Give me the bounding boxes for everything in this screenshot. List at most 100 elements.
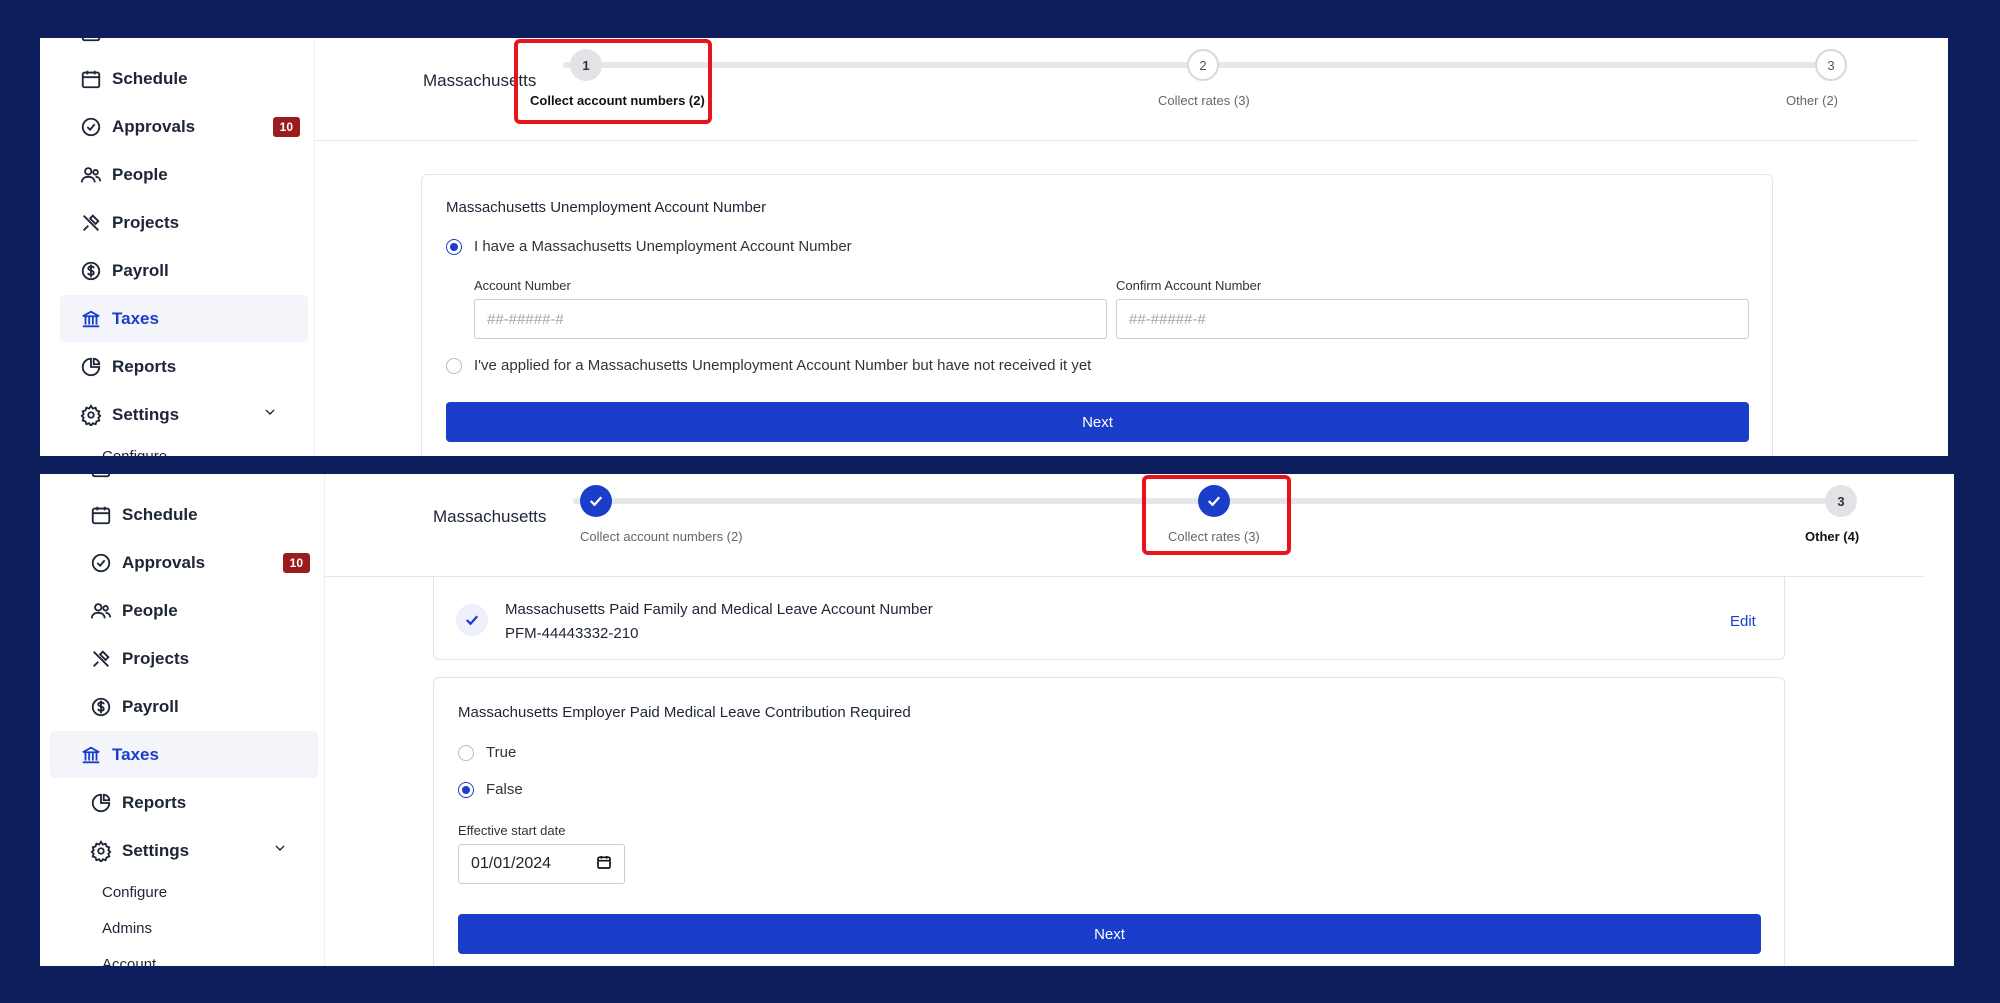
dollar-icon: [90, 696, 112, 718]
gear-icon: [80, 403, 102, 426]
option-true[interactable]: True: [458, 744, 516, 761]
sidebar-item-label: Taxes: [112, 744, 159, 764]
tools-icon: [90, 648, 112, 670]
step-2-label: Collect rates (3): [1158, 93, 1250, 108]
dollar-icon: [80, 260, 102, 282]
radio-false[interactable]: [458, 781, 474, 798]
option-true-label: True: [486, 744, 517, 761]
chevron-down-icon[interactable]: [272, 840, 288, 861]
step-1-label: Collect account numbers (2): [580, 529, 743, 544]
pie-chart-icon: [80, 356, 102, 378]
sidebar-item-label: Projects: [122, 648, 190, 668]
people-icon: [80, 164, 102, 186]
step-3-label: Other (4): [1805, 529, 1860, 544]
settings-subitem-account[interactable]: Account: [102, 956, 156, 966]
checkmark-icon: [589, 496, 603, 507]
top-screenshot-panel: Schedule Approvals 10 People Projects Pa…: [40, 38, 1948, 456]
radio-applied[interactable]: [446, 357, 462, 374]
step-1-complete-circle[interactable]: [580, 485, 612, 517]
settings-subitem-admins[interactable]: Admins: [102, 920, 152, 937]
sidebar-item-taxes[interactable]: Taxes: [60, 295, 308, 342]
sidebar-item-label: Taxes: [112, 308, 159, 328]
sidebar-item-partial[interactable]: [60, 38, 308, 55]
medical-leave-contribution-card: Massachusetts Employer Paid Medical Leav…: [433, 677, 1785, 966]
approvals-count-badge: 10: [282, 552, 310, 573]
sidebar-item-projects[interactable]: Projects: [60, 199, 308, 246]
step-3-label: Other (2): [1786, 93, 1839, 108]
state-title: Massachusetts: [433, 507, 547, 526]
calendar-icon: [90, 474, 112, 479]
account-number-label: Account Number: [474, 278, 571, 293]
sidebar-item-label: Approvals: [122, 552, 206, 572]
sidebar-item-label: Payroll: [112, 260, 169, 280]
pie-chart-icon: [90, 792, 112, 814]
main-content: Massachusetts 1 2 3 Collect account numb…: [315, 38, 1948, 456]
sidebar-item-partial[interactable]: [70, 474, 318, 491]
calendar-icon[interactable]: [596, 854, 612, 875]
chevron-down-icon[interactable]: [262, 404, 278, 425]
sidebar-item-label: Settings: [112, 404, 180, 424]
sidebar-item-reports[interactable]: Reports: [70, 779, 318, 826]
radio-true[interactable]: [458, 744, 474, 761]
sidebar-item-people[interactable]: People: [70, 587, 318, 634]
bank-icon: [80, 744, 102, 766]
sidebar-item-label: People: [122, 600, 178, 620]
sidebar-item-approvals[interactable]: Approvals 10: [60, 103, 308, 150]
pfml-edit-link[interactable]: Edit: [1730, 613, 1756, 630]
stepper-bar: Massachusetts 3 Collect account numbers …: [325, 474, 1924, 577]
sidebar-item-reports[interactable]: Reports: [60, 343, 308, 390]
option-have-account[interactable]: I have a Massachusetts Unemployment Acco…: [446, 238, 852, 255]
card-title: Massachusetts Unemployment Account Numbe…: [446, 199, 767, 216]
account-number-input[interactable]: [474, 299, 1107, 339]
tools-icon: [80, 212, 102, 234]
confirm-account-number-label: Confirm Account Number: [1116, 278, 1262, 293]
people-icon: [90, 600, 112, 622]
step-2-circle[interactable]: 2: [1187, 49, 1219, 81]
sidebar-item-approvals[interactable]: Approvals 10: [70, 539, 318, 586]
sidebar: Schedule Approvals 10 People Projects Pa…: [40, 38, 315, 456]
step-1-highlight: [514, 39, 712, 124]
sidebar-item-schedule[interactable]: Schedule: [70, 491, 318, 538]
step-3-circle[interactable]: 3: [1815, 49, 1847, 81]
sidebar-item-taxes[interactable]: Taxes: [50, 731, 318, 778]
confirm-account-number-input[interactable]: [1116, 299, 1749, 339]
option-false[interactable]: False: [458, 781, 523, 798]
sidebar: Schedule Approvals 10 People Projects Pa…: [40, 474, 325, 966]
sidebar-item-label: Payroll: [122, 696, 179, 716]
sidebar-item-label: Reports: [122, 792, 187, 812]
pfml-title: Massachusetts Paid Family and Medical Le…: [505, 601, 933, 618]
pfml-value: PFM-44443332-210: [505, 625, 639, 642]
option-applied[interactable]: I've applied for a Massachusetts Unemplo…: [446, 357, 1091, 374]
option-false-label: False: [486, 781, 523, 798]
next-button[interactable]: Next: [446, 402, 1749, 442]
sidebar-item-label: Schedule: [112, 68, 188, 88]
check-circle-icon: [90, 552, 112, 574]
settings-subitem-configure[interactable]: Configure: [102, 884, 167, 901]
checkmark-icon: [465, 615, 479, 626]
stepper-bar: Massachusetts 1 2 3 Collect account numb…: [315, 38, 1918, 141]
radio-have-account[interactable]: [446, 238, 462, 255]
sidebar-item-label: People: [112, 164, 168, 184]
calendar-icon: [80, 68, 102, 90]
bank-icon: [80, 308, 102, 330]
gear-icon: [90, 839, 112, 862]
sidebar-item-people[interactable]: People: [60, 151, 308, 198]
sidebar-item-settings[interactable]: Settings: [70, 827, 318, 874]
calendar-icon: [80, 38, 102, 43]
step-2-highlight: [1142, 475, 1291, 555]
sidebar-item-schedule[interactable]: Schedule: [60, 55, 308, 102]
sidebar-item-projects[interactable]: Projects: [70, 635, 318, 682]
effective-start-date-input[interactable]: 01/01/2024: [458, 844, 625, 884]
sidebar-item-payroll[interactable]: Payroll: [60, 247, 308, 294]
pfml-complete-badge: [456, 604, 488, 636]
date-value: 01/01/2024: [471, 855, 552, 872]
step-3-circle[interactable]: 3: [1825, 485, 1857, 517]
option-applied-label: I've applied for a Massachusetts Unemplo…: [474, 357, 1092, 374]
sidebar-item-label: Reports: [112, 356, 177, 376]
next-button[interactable]: Next: [458, 914, 1761, 954]
settings-subitem-configure[interactable]: Configure: [102, 448, 167, 456]
sidebar-item-payroll[interactable]: Payroll: [70, 683, 318, 730]
sidebar-item-settings[interactable]: Settings: [60, 391, 308, 438]
unemployment-account-card: Massachusetts Unemployment Account Numbe…: [421, 174, 1773, 456]
sidebar-item-label: Projects: [112, 212, 180, 232]
